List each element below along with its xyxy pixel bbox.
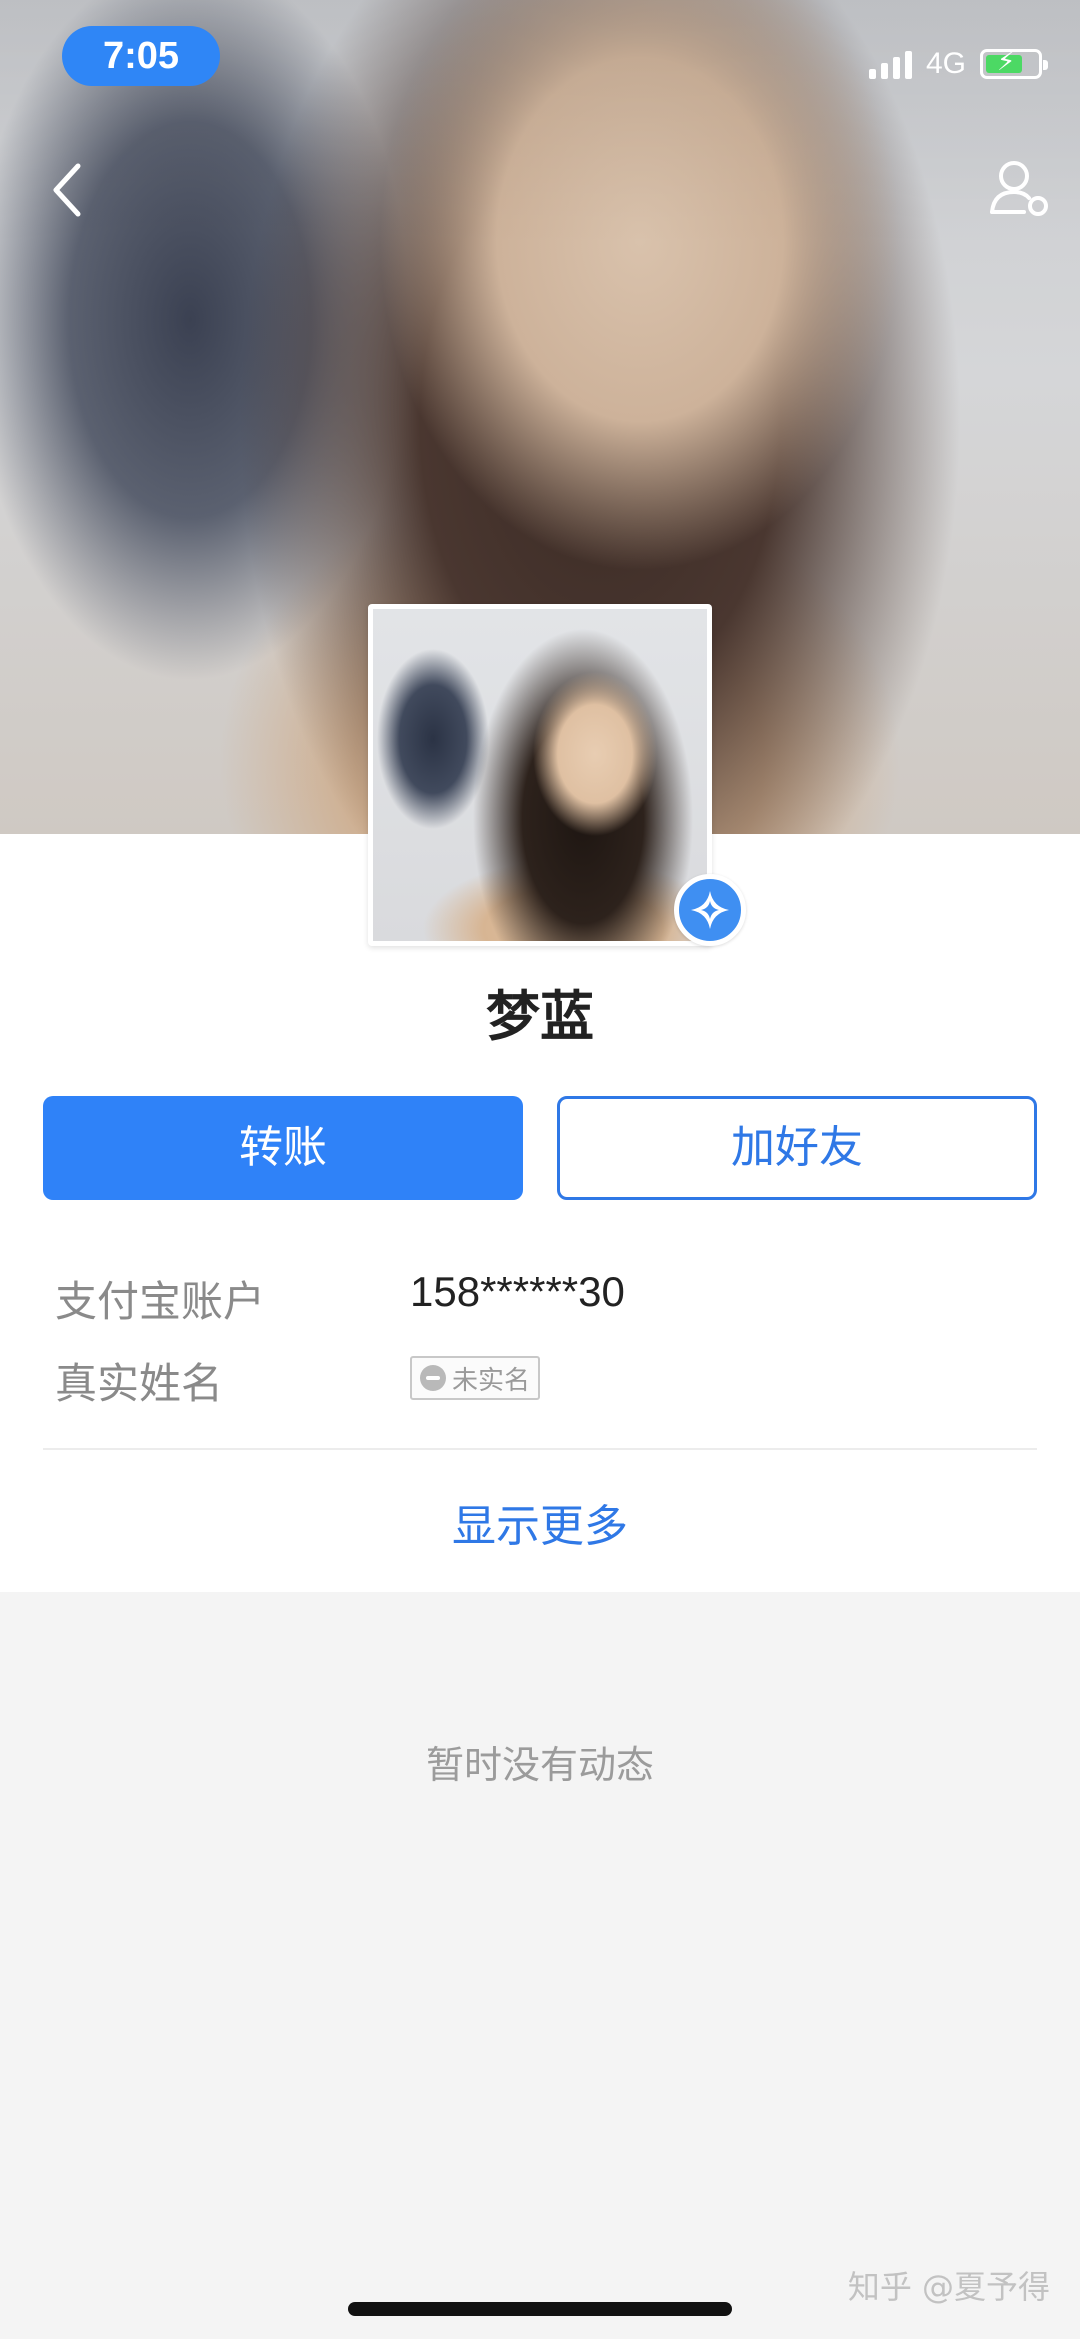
empty-feed-text: 暂时没有动态 <box>425 1743 654 1787</box>
info-panel <box>0 834 1080 1592</box>
minus-circle-icon <box>420 1365 446 1391</box>
battery-icon: ⚡ <box>980 47 1048 79</box>
star-badge-icon <box>674 874 746 946</box>
back-button[interactable] <box>44 160 94 220</box>
home-indicator[interactable] <box>348 2302 732 2316</box>
signal-icon <box>868 49 912 79</box>
status-time: 7:05 <box>62 26 220 86</box>
user-settings-button[interactable] <box>986 156 1050 220</box>
profile-name: 梦蓝 <box>486 985 594 1048</box>
profile-page: 7:05 4G ⚡ 梦蓝 转账 加好友 支付宝账户 158******30 真实… <box>0 0 1080 2339</box>
sparkle-icon <box>691 891 729 929</box>
chevron-left-icon <box>53 163 81 217</box>
account-value: 158******30 <box>410 1268 625 1315</box>
network-type: 4G <box>925 47 966 80</box>
real-name-label: 真实姓名 <box>55 1359 224 1408</box>
account-label: 支付宝账户 <box>55 1277 266 1326</box>
status-indicators: 4G ⚡ <box>868 44 1048 84</box>
user-settings-icon <box>990 161 1048 216</box>
watermark: 知乎 @夏予得 <box>847 2268 1050 2306</box>
transfer-button[interactable]: 转账 <box>43 1096 523 1200</box>
avatar[interactable] <box>368 604 712 946</box>
real-name-status: 未实名 <box>452 1365 531 1396</box>
show-more-link[interactable]: 显示更多 <box>0 1490 1080 1554</box>
divider <box>43 1448 1037 1450</box>
add-friend-button[interactable]: 加好友 <box>557 1096 1037 1200</box>
avatar-image <box>373 609 707 941</box>
unverified-badge: 未实名 <box>410 1356 541 1400</box>
